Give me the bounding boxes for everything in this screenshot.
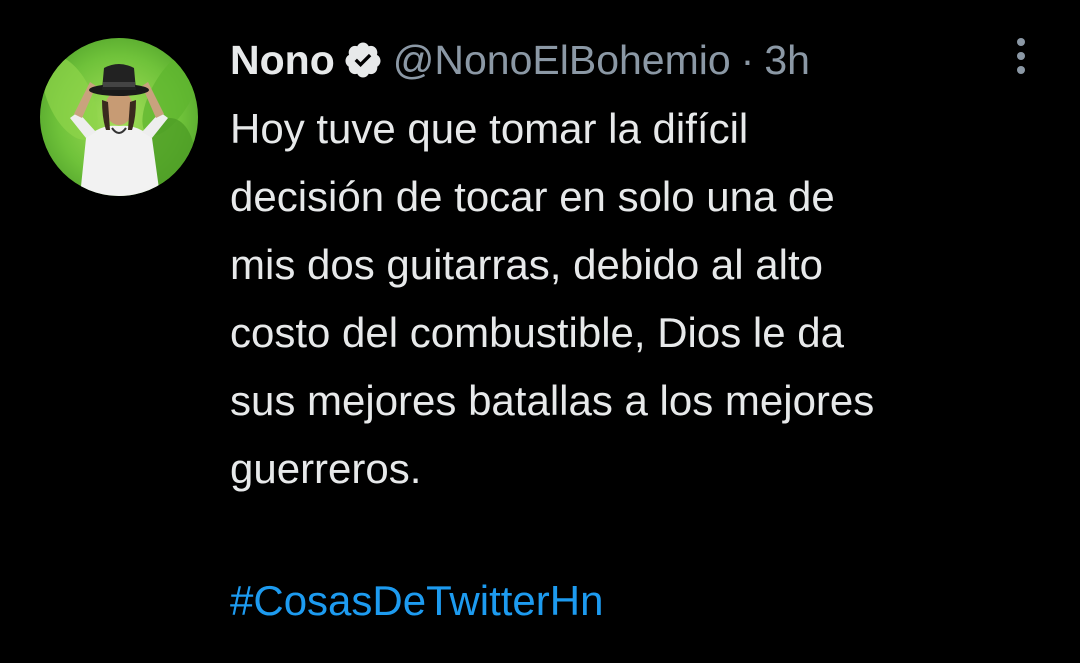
separator-dot: · — [740, 36, 755, 83]
avatar[interactable] — [40, 38, 198, 196]
hashtag-link[interactable]: #CosasDeTwitterHn — [230, 567, 603, 635]
tweet-text: Hoy tuve que tomar la difícil decisión d… — [230, 105, 875, 492]
avatar-image — [42, 50, 198, 196]
tweet-header: Nono @NonoElBohemio · 3h — [230, 30, 810, 90]
tweet[interactable]: Nono @NonoElBohemio · 3h Hoy tuve que to… — [0, 0, 1080, 663]
author-display-name[interactable]: Nono — [230, 37, 335, 84]
more-options-icon[interactable] — [1004, 36, 1038, 76]
more-dot — [1017, 66, 1025, 74]
author-handle[interactable]: @NonoElBohemio — [393, 37, 731, 84]
more-dot — [1017, 38, 1025, 46]
tweet-timestamp[interactable]: 3h — [764, 37, 810, 84]
verified-badge-icon — [343, 40, 383, 80]
more-dot — [1017, 52, 1025, 60]
